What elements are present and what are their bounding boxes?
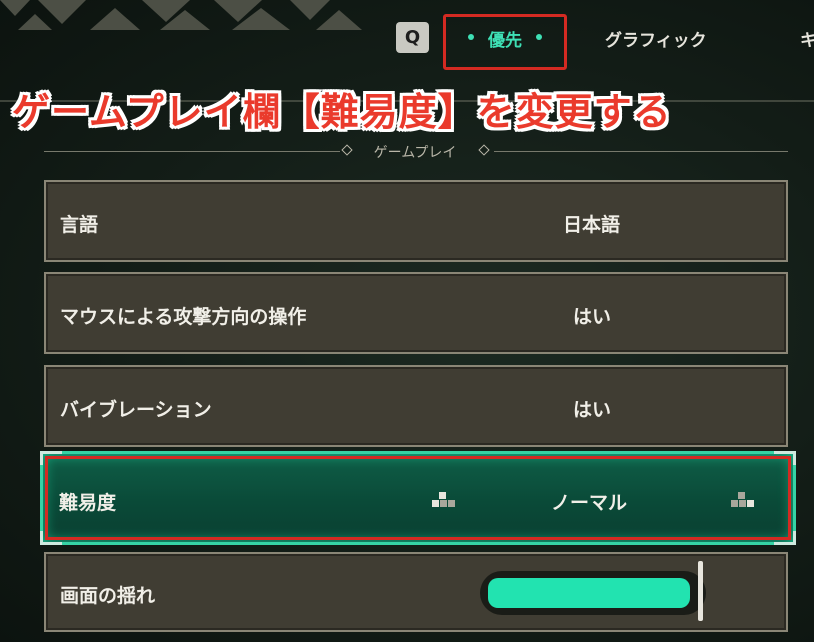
tab-next[interactable]: キ — [800, 26, 814, 51]
corner-decoration — [774, 531, 796, 545]
setting-row-mouse-attack[interactable]: マウスによる攻撃方向の操作 はい — [44, 272, 788, 354]
tab-priority-label: 優先 — [488, 31, 522, 51]
corner-decoration — [40, 531, 62, 545]
setting-label: 画面の揺れ — [60, 585, 156, 607]
screen-shake-slider[interactable] — [480, 571, 706, 615]
highlight-box — [45, 456, 791, 540]
corner-decoration — [774, 451, 796, 465]
setting-value: 日本語 — [563, 214, 621, 236]
arrow-left-icon[interactable] — [430, 492, 460, 508]
setting-value: ノーマル — [551, 492, 628, 514]
corner-decoration — [40, 451, 62, 465]
setting-label: バイブレーション — [60, 399, 212, 421]
tab-priority[interactable]: 優先 — [443, 14, 567, 70]
setting-value: はい — [573, 399, 612, 421]
setting-row-language[interactable]: 言語 日本語 — [44, 180, 788, 262]
setting-label: 言語 — [60, 214, 99, 236]
setting-row-difficulty[interactable]: 難易度 ノーマル — [40, 451, 796, 545]
tab-graphics[interactable]: グラフィック — [605, 26, 707, 51]
setting-row-vibration[interactable]: バイブレーション はい — [44, 365, 788, 447]
tab-dot-right-icon — [536, 34, 542, 40]
decorative-top-band — [0, 0, 380, 34]
annotation-banner: ゲームプレイ欄【難易度】を変更する — [12, 90, 672, 134]
arrow-right-icon[interactable] — [729, 492, 759, 508]
section-title: ゲームプレイ — [373, 145, 457, 161]
section-divider-left — [44, 151, 340, 152]
setting-label: マウスによる攻撃方向の操作 — [60, 306, 307, 328]
setting-value: はい — [573, 306, 612, 328]
section-divider-right — [494, 151, 788, 152]
slider-fill — [488, 578, 690, 608]
slider-handle[interactable] — [698, 561, 703, 621]
setting-label: 難易度 — [59, 492, 117, 514]
search-key-icon[interactable]: Q — [396, 22, 429, 53]
